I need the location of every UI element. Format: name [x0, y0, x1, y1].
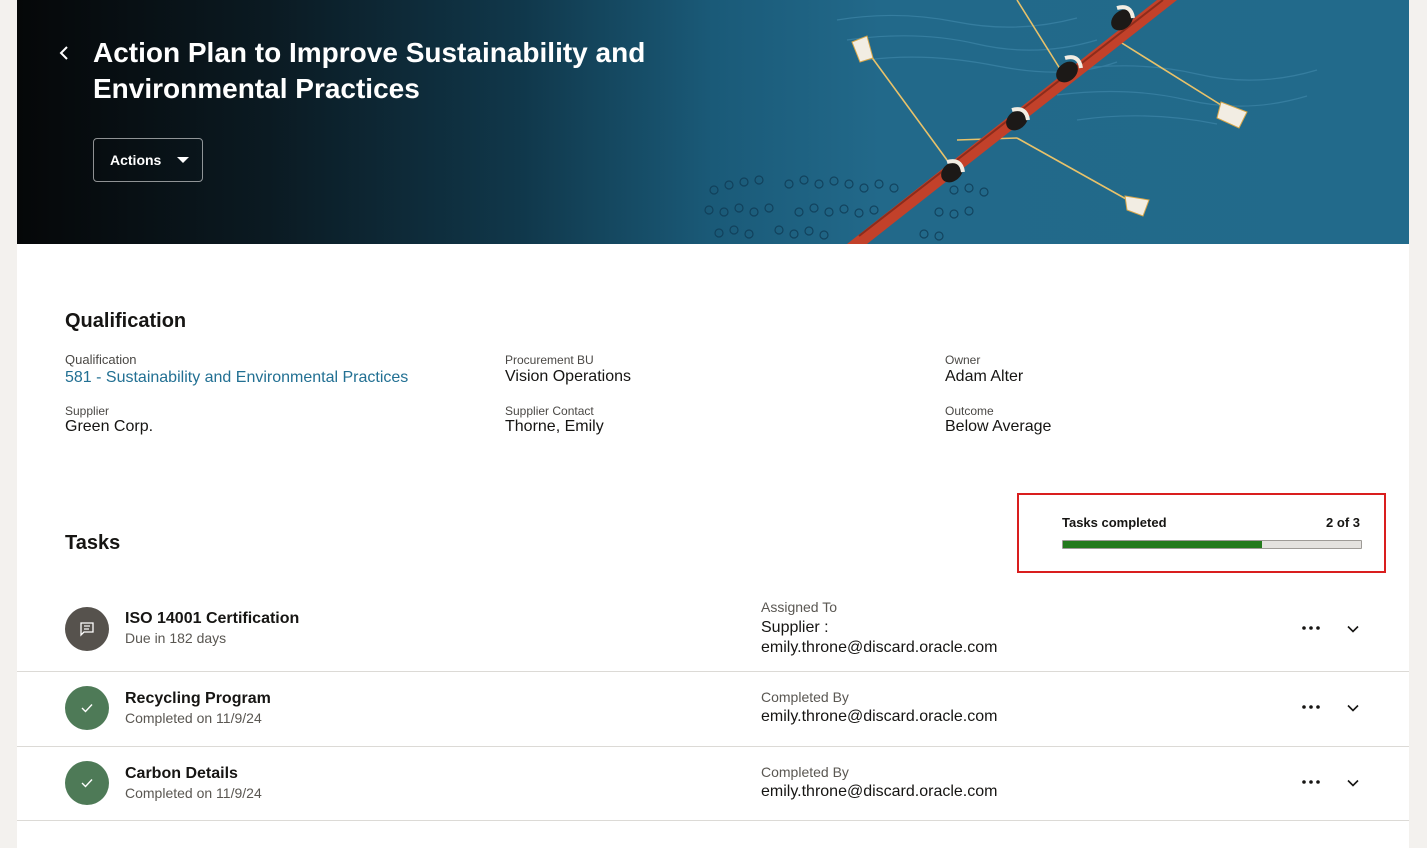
expand-button[interactable] [1341, 771, 1365, 795]
qualification-label: Qualification [65, 352, 137, 367]
task-status-completed [65, 686, 109, 730]
task-completed-by-email: emily.throne@discard.oracle.com [761, 708, 998, 725]
procurement-bu-value: Vision Operations [505, 368, 631, 385]
task-row: Recycling Program Completed on 11/9/24 C… [17, 672, 1409, 747]
task-name[interactable]: Carbon Details [125, 765, 238, 783]
expand-button[interactable] [1341, 617, 1365, 641]
page-title: Action Plan to Improve Sustainability an… [93, 37, 646, 104]
ellipsis-icon [1302, 705, 1320, 709]
task-completed-by-email: emily.throne@discard.oracle.com [761, 783, 998, 800]
chat-icon [80, 622, 94, 637]
more-options-button[interactable] [1299, 770, 1323, 794]
actions-button[interactable]: Actions [93, 138, 203, 182]
supplier-contact-value: Thorne, Emily [505, 418, 604, 435]
tasks-heading: Tasks [65, 532, 121, 554]
owner-label: Owner [945, 353, 981, 367]
supplier-contact-label: Supplier Contact [505, 404, 594, 418]
page: Action Plan to Improve Sustainability an… [17, 0, 1409, 848]
task-completed-by-label: Completed By [761, 764, 849, 780]
task-completed-by-label: Completed By [761, 689, 849, 705]
task-name[interactable]: ISO 14001 Certification [125, 610, 299, 628]
caret-down-icon [177, 157, 190, 163]
supplier-label: Supplier [65, 404, 110, 418]
progress-bar [1062, 540, 1362, 549]
procurement-bu-label: Procurement BU [505, 353, 594, 367]
task-assigned-email: emily.throne@discard.oracle.com [761, 639, 998, 656]
task-due: Due in 182 days [125, 630, 227, 646]
tasks-progress-panel: Tasks completed 2 of 3 [1017, 493, 1386, 573]
supplier-value: Green Corp. [65, 418, 154, 435]
task-row: ISO 14001 Certification Due in 182 days … [17, 588, 1409, 672]
chevron-down-icon [1347, 625, 1359, 633]
chevron-down-icon [1347, 704, 1359, 712]
back-button[interactable] [53, 40, 75, 66]
task-status-completed [65, 761, 109, 805]
task-name[interactable]: Recycling Program [125, 690, 271, 708]
chevron-down-icon [1347, 779, 1359, 787]
header-banner: Action Plan to Improve Sustainability an… [17, 0, 1409, 244]
task-assigned-label: Assigned To [761, 599, 838, 615]
checkmark-icon [81, 704, 93, 713]
progress-bar-fill [1063, 541, 1262, 548]
ellipsis-icon [1302, 780, 1320, 784]
checkmark-icon [81, 779, 93, 788]
task-status-pending [65, 607, 109, 651]
actions-button-label: Actions [110, 152, 162, 168]
task-completed-date: Completed on 11/9/24 [125, 785, 262, 801]
progress-label: Tasks completed [1062, 515, 1167, 530]
progress-count: 2 of 3 [1326, 515, 1360, 530]
qualification-link[interactable]: 581 - Sustainability and Environmental P… [65, 369, 408, 387]
more-options-button[interactable] [1299, 616, 1323, 640]
task-completed-date: Completed on 11/9/24 [125, 710, 262, 726]
more-options-button[interactable] [1299, 695, 1323, 719]
owner-value: Adam Alter [945, 368, 1024, 385]
task-assigned-supplier: Supplier : [761, 619, 829, 636]
qualification-heading: Qualification [65, 310, 187, 332]
outcome-label: Outcome [945, 404, 994, 418]
task-row: Carbon Details Completed on 11/9/24 Comp… [17, 747, 1409, 821]
ellipsis-icon [1302, 626, 1320, 630]
expand-button[interactable] [1341, 696, 1365, 720]
outcome-value: Below Average [945, 418, 1052, 435]
chevron-left-icon [59, 46, 68, 60]
